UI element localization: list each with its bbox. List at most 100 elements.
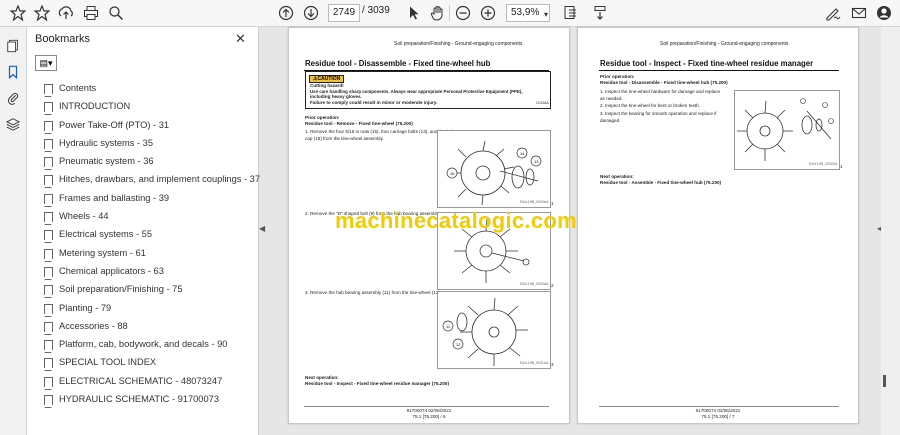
scrollbar-thumb[interactable] xyxy=(883,375,886,387)
bookmark-item[interactable]: Metering system - 61 xyxy=(41,244,256,262)
bookmark-label: SPECIAL TOOL INDEX xyxy=(59,357,157,368)
prior-operation-link[interactable]: Residue tool - Remove - Fixed tine-wheel… xyxy=(305,121,413,128)
bookmark-item[interactable]: Platform, cab, bodywork, and decals - 90 xyxy=(41,335,256,354)
bookmark-label: Power Take-Off (PTO) - 31 xyxy=(59,119,170,130)
bookmark-item[interactable]: Power Take-Off (PTO) - 31 xyxy=(41,116,256,134)
print-icon[interactable] xyxy=(81,3,101,23)
bookmark-item[interactable]: Wheels - 44 xyxy=(41,207,256,226)
bookmark-icon xyxy=(44,157,53,171)
title-rule xyxy=(599,70,839,71)
page-title: Residue tool - Inspect - Fixed tine-whee… xyxy=(600,59,814,68)
figure-inspect: RAIL19B_0032AA xyxy=(734,90,840,170)
page-down-icon[interactable] xyxy=(301,3,321,23)
bookmark-icon xyxy=(44,138,53,152)
bookmark-icon xyxy=(44,102,53,116)
bookmark-item[interactable]: Hydraulic systems - 35 xyxy=(41,134,256,152)
sign-icon[interactable] xyxy=(823,3,843,23)
footer-doc-id: 91700074 02/06/2021 xyxy=(695,408,741,413)
close-icon[interactable]: ✕ xyxy=(235,31,246,47)
bookmark-label: Frames and ballasting - 39 xyxy=(59,192,170,203)
bookmark-icon xyxy=(44,266,53,280)
bookmark-item[interactable]: Chemical applicators - 63 xyxy=(41,262,256,280)
bookmark-label: Hitches, drawbars, and implement couplin… xyxy=(59,174,261,185)
fit-page-icon[interactable] xyxy=(561,3,581,23)
bookmark-item[interactable]: Soil preparation/Finishing - 75 xyxy=(41,280,256,299)
figure-caption: RAIL19B_0029AA xyxy=(520,200,549,204)
bookmark-item[interactable]: Planting - 79 xyxy=(41,299,256,317)
bookmark-item[interactable]: ELECTRICAL SCHEMATIC - 48073247 xyxy=(41,372,256,390)
bookmark-icon xyxy=(44,395,53,409)
bookmark-icon xyxy=(44,321,53,335)
bookmark-icon xyxy=(44,84,53,97)
layers-icon[interactable] xyxy=(4,115,22,133)
bookmark-icon xyxy=(44,175,53,189)
next-operation-link[interactable]: Residue tool - Assemble - Fixed tine-whe… xyxy=(600,180,721,187)
hand-tool-icon[interactable] xyxy=(428,3,448,23)
zoom-dropdown-icon[interactable]: ▾ xyxy=(536,4,556,24)
bookmark-icon xyxy=(44,376,53,390)
document-page-right: Soil preparation/Finishing - Ground-enga… xyxy=(577,27,859,424)
bookmark-label: Chemical applicators - 63 xyxy=(59,265,164,276)
bookmark-options-button[interactable]: ▤▾ xyxy=(35,55,57,71)
prior-operation-link[interactable]: Residue tool - Disassemble - Fixed tine-… xyxy=(600,80,728,87)
bookmark-label: Wheels - 44 xyxy=(59,211,109,222)
bookmark-icon xyxy=(44,212,53,226)
account-icon[interactable] xyxy=(874,3,894,23)
pages-thumbnail-icon[interactable] xyxy=(4,37,22,55)
caution-box: ⚠CAUTION Cutting hazard! Use care handli… xyxy=(305,71,551,109)
zoom-out-icon[interactable] xyxy=(453,3,473,23)
page-number-input[interactable]: 2749 xyxy=(328,4,360,22)
svg-text:13: 13 xyxy=(534,159,539,164)
bookmark-item[interactable]: Hitches, drawbars, and implement couplin… xyxy=(41,170,260,189)
toolbar-separator xyxy=(449,5,450,21)
bookmark-label: Accessories - 88 xyxy=(59,320,128,331)
bookmark-item[interactable]: SPECIAL TOOL INDEX xyxy=(41,353,256,372)
bookmarks-panel-icon[interactable] xyxy=(4,63,22,81)
figure-number: 2 xyxy=(551,283,554,288)
figure-number: 1 xyxy=(551,201,554,206)
caution-code: C0138A xyxy=(536,101,549,105)
star-icon[interactable] xyxy=(32,3,52,23)
scroll-mode-icon[interactable] xyxy=(590,3,610,23)
page-up-icon[interactable] xyxy=(276,3,296,23)
bookmark-icon xyxy=(44,303,53,317)
figure-number: 3 xyxy=(551,362,554,367)
bookmark-item[interactable]: Pneumatic system - 36 xyxy=(41,152,256,171)
bookmark-item[interactable]: Accessories - 88 xyxy=(41,317,256,335)
bookmark-label: Electrical systems - 55 xyxy=(59,229,152,240)
bookmark-label: Contents xyxy=(59,83,97,93)
bookmarks-panel: Bookmarks ✕ ▤▾ Contents INTRODUCTION Power… xyxy=(27,27,260,435)
attachment-icon[interactable] xyxy=(4,89,22,107)
select-cursor-icon[interactable] xyxy=(404,3,424,23)
search-icon[interactable] xyxy=(106,3,126,23)
top-toolbar: 2749 / 3039 53,9% ▾ xyxy=(0,0,900,27)
figure-caption: RAIL19B_0030AA xyxy=(520,282,549,286)
bookmark-star-icon[interactable] xyxy=(8,3,28,23)
page-total-label: / 3039 xyxy=(362,5,390,16)
bookmark-item[interactable]: Frames and ballasting - 39 xyxy=(41,189,256,207)
step-3: 3. Remove the hub bearing assembly (11) … xyxy=(305,290,442,295)
next-operation-link[interactable]: Residue tool - Inspect - Fixed tine-whee… xyxy=(305,381,449,388)
mail-icon[interactable] xyxy=(849,3,869,23)
bookmark-label: Pneumatic system - 36 xyxy=(59,156,154,167)
svg-text:16: 16 xyxy=(450,171,455,176)
navigation-rail xyxy=(0,27,27,435)
caution-line: Failure to comply could result in minor … xyxy=(310,99,438,105)
figure-hub-cap: 16 14 13 RAIL19B_0029AA xyxy=(437,130,551,208)
bookmark-item[interactable]: HYDRAULIC SCHEMATIC - 91700073 xyxy=(41,390,256,409)
footer-rule xyxy=(599,406,839,407)
bookmark-item[interactable]: INTRODUCTION xyxy=(41,97,256,116)
bookmark-item[interactable]: Electrical systems - 55 xyxy=(41,225,256,244)
zoom-in-icon[interactable] xyxy=(478,3,498,23)
bookmark-label: Soil preparation/Finishing - 75 xyxy=(59,284,183,295)
upload-icon[interactable] xyxy=(56,3,76,23)
page-header: Soil preparation/Finishing - Ground-enga… xyxy=(394,41,523,47)
bookmark-item[interactable]: Contents xyxy=(41,79,256,97)
step-1: 1. Inspect the tine-wheel hardware for d… xyxy=(600,89,721,101)
vertical-scrollbar[interactable] xyxy=(881,27,900,435)
collapse-panel-icon[interactable]: ◀ xyxy=(259,224,265,233)
figure-number: 1 xyxy=(840,164,843,169)
bookmark-label: Metering system - 61 xyxy=(59,247,146,258)
figure-hub-bearing: 11 12 RAIL19B_0031AA xyxy=(437,291,551,369)
page-title: Residue tool - Disassemble - Fixed tine-… xyxy=(305,59,491,68)
